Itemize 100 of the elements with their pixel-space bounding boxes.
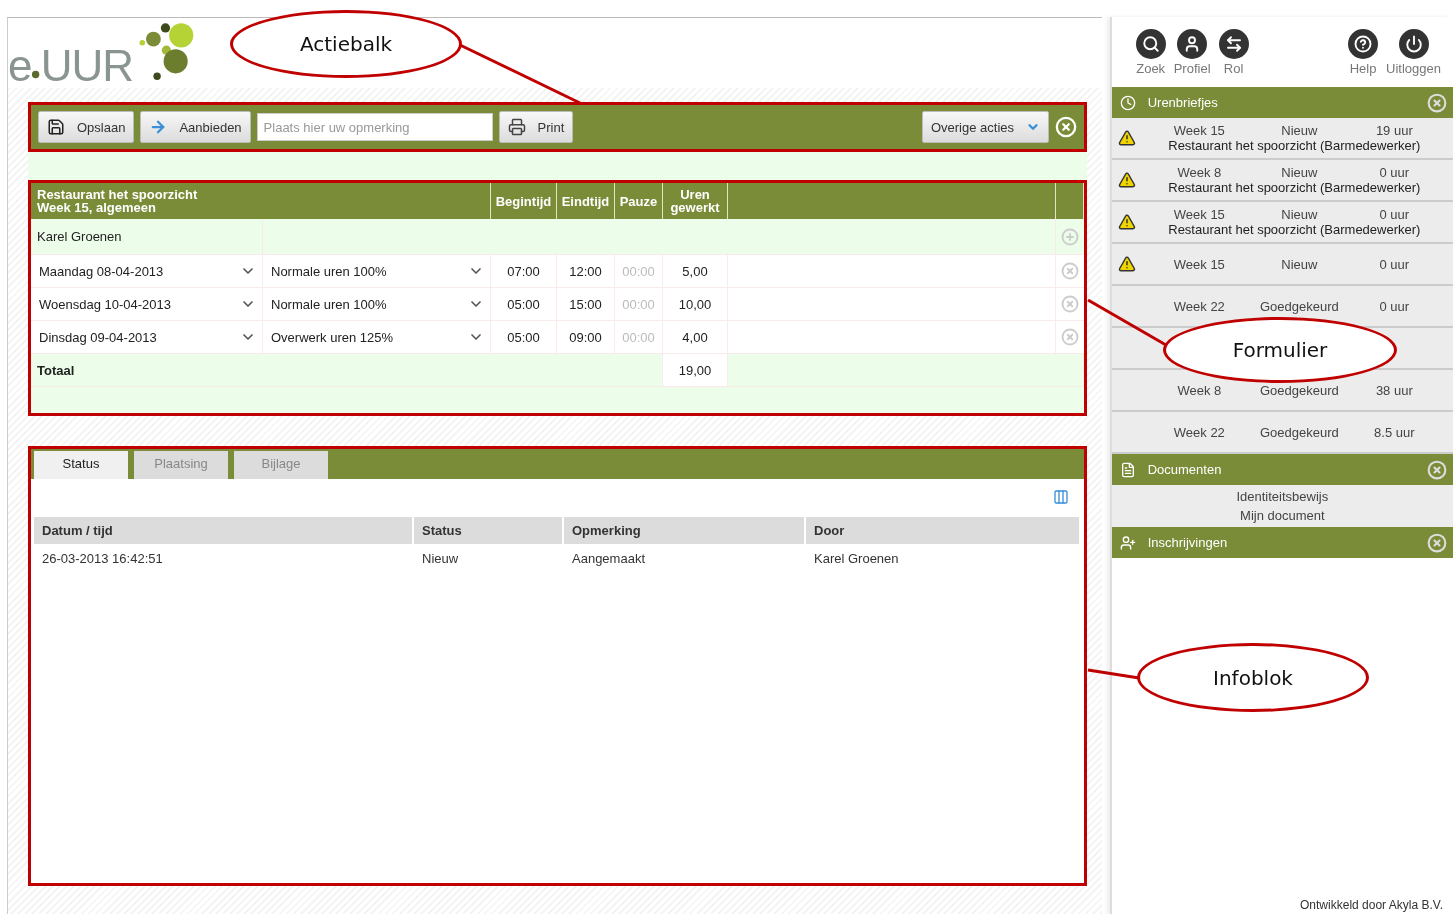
date-dropdown[interactable]: Woensdag 10-04-2013	[31, 288, 263, 321]
start-time-cell: 05:00	[491, 321, 557, 354]
hours-text: 0 uur	[1378, 298, 1411, 314]
hours-text: 19 uur	[1374, 123, 1414, 138]
panel-title: Documenten	[1147, 462, 1223, 477]
status-text: Goedgekeurd	[1258, 424, 1340, 440]
toolbar-button[interactable]: Aanbieden	[140, 111, 251, 143]
more-actions-button[interactable]: Overige acties	[921, 111, 1049, 143]
toolbar-button[interactable]: Zoek	[1131, 28, 1170, 76]
client-text: Restaurant het spoorzicht (Barmedewerker)	[1168, 138, 1421, 153]
timesheet-item[interactable]: Week 15 Nieuw 19 uur Restaurant het spoorzicht (Barmedewerker)	[1111, 123, 1453, 153]
toolbar-button[interactable]: Rol	[1214, 28, 1253, 76]
table-cell-text: Nieuw	[421, 549, 460, 568]
column-header: Datum / tijd	[34, 517, 414, 544]
client-text: Restaurant het spoorzicht (Barmedewerker)	[1168, 180, 1421, 195]
hours-cell: 10,00	[663, 288, 728, 321]
hour-type-dropdown[interactable]: Normale uren 100%	[263, 288, 491, 321]
date-text: Maandag 08-04-2013	[39, 263, 164, 279]
toolbar-button[interactable]: Help	[1344, 28, 1383, 76]
week-text: Week 15	[1172, 123, 1226, 138]
pause-cell: 00:00	[615, 255, 663, 288]
timesheet-item[interactable]: Week 15 Nieuw 0 uur Restaurant het spoorzicht (Barmedewerker)	[1111, 207, 1453, 237]
hour-type-text: Overwerk uren 125%	[271, 329, 394, 345]
date-dropdown[interactable]: Maandag 08-04-2013	[31, 255, 263, 288]
week-text: Week 22	[1172, 424, 1226, 440]
column-header: Door	[806, 517, 1081, 544]
printer-icon	[507, 118, 526, 136]
date-text: Woensdag 10-04-2013	[39, 296, 172, 312]
swap-arrows-icon	[1218, 28, 1249, 59]
week-text: Week 15	[1172, 256, 1226, 272]
start-time-cell: 05:00	[491, 288, 557, 321]
remove-icon[interactable]	[1061, 262, 1079, 280]
hours-text: 0 uur	[1378, 207, 1411, 222]
hours-cell: 5,00	[663, 255, 728, 288]
hours-text: 0 uur	[1378, 256, 1411, 272]
week-text: Week 8	[1176, 382, 1223, 398]
remark-field[interactable]: Plaats hier uw opmerking	[256, 113, 493, 141]
power-icon	[1398, 28, 1429, 59]
status-text: Nieuw	[1280, 207, 1319, 222]
search-icon	[1135, 28, 1166, 59]
end-time-cell: 09:00	[557, 321, 615, 354]
column-header: Status	[414, 517, 564, 544]
column-header: Uren gewerkt	[663, 183, 728, 219]
timesheet-item[interactable]: Week 22 Goedgekeurd 8.5 uur	[1111, 424, 1453, 440]
pause-cell: 00:00	[615, 288, 663, 321]
timesheet-item[interactable]: Week 8 Nieuw 0 uur Restaurant het spoorzicht (Barmedewerker)	[1111, 165, 1453, 195]
save-icon	[47, 118, 65, 136]
warning-icon	[1117, 255, 1136, 273]
status-text: Nieuw	[1280, 256, 1319, 272]
date-text: Dinsdag 09-04-2013	[39, 329, 157, 345]
callout-bubble: Infoblok	[1137, 643, 1369, 712]
document-link[interactable]: Mijn document	[1240, 508, 1325, 523]
hours-text: 0 uur	[1378, 165, 1411, 180]
timesheet-item[interactable]: Week 22 Goedgekeurd 0 uur	[1111, 298, 1453, 314]
toolbar-button[interactable]: Uitloggen	[1382, 28, 1445, 76]
document-link[interactable]: Identiteitsbewijs	[1236, 489, 1329, 504]
status-text: Nieuw	[1280, 123, 1319, 138]
table-cell-text: Aangemaakt	[571, 549, 646, 568]
client-text: Restaurant het spoorzicht (Barmedewerker)	[1168, 222, 1421, 237]
close-icon[interactable]	[1427, 532, 1447, 553]
week-text: Week 22	[1172, 298, 1226, 314]
timesheet-item[interactable]: Week 15 Nieuw 0 uur	[1111, 255, 1453, 273]
hour-type-dropdown[interactable]: Overwerk uren 125%	[263, 321, 491, 354]
hours-cell: 4,00	[663, 321, 728, 354]
remove-icon[interactable]	[1061, 295, 1079, 313]
status-text: Goedgekeurd	[1258, 382, 1340, 398]
week-text: Week 15	[1172, 207, 1226, 222]
panel-title: Inschrijvingen	[1147, 535, 1229, 550]
logo: e UUR	[8, 18, 198, 88]
table-cell-text: 26-03-2013 16:42:51	[41, 549, 164, 568]
close-icon[interactable]	[1427, 459, 1447, 480]
hours-text: 38 uur	[1374, 382, 1414, 398]
total-label: Totaal	[31, 354, 663, 387]
hour-type-dropdown[interactable]: Normale uren 100%	[263, 255, 491, 288]
start-time-cell: 07:00	[491, 255, 557, 288]
tab[interactable]: Status	[34, 451, 128, 479]
week-text: Week 8	[1176, 165, 1223, 180]
toolbar-button[interactable]: Profiel	[1169, 28, 1215, 76]
hours-text: 8.5 uur	[1373, 424, 1416, 440]
form-title: Restaurant het spoorzicht Week 15, algemeen	[31, 183, 491, 219]
footer-text: Ontwikkeld door Akyla B.V.	[1300, 898, 1443, 912]
person-icon	[1177, 28, 1208, 59]
hour-type-text: Normale uren 100%	[271, 296, 387, 312]
pause-cell: 00:00	[615, 321, 663, 354]
toolbar-button[interactable]: Print	[498, 111, 574, 143]
column-header: Eindtijd	[557, 183, 615, 219]
toolbar-button[interactable]: Opslaan	[38, 111, 135, 143]
hour-type-text: Normale uren 100%	[271, 263, 387, 279]
warning-icon	[1117, 171, 1136, 189]
timesheet-item[interactable]: Week 8 Goedgekeurd 38 uur	[1111, 382, 1453, 398]
column-header: Opmerking	[564, 517, 806, 544]
clock-icon	[1119, 94, 1136, 111]
remove-icon[interactable]	[1061, 328, 1079, 346]
status-text: Goedgekeurd	[1258, 298, 1340, 314]
table-cell-text: Karel Groenen	[813, 549, 900, 568]
columns-icon[interactable]	[1053, 489, 1069, 505]
add-icon[interactable]	[1061, 227, 1079, 246]
date-dropdown[interactable]: Dinsdag 09-04-2013	[31, 321, 263, 354]
person-add-icon	[1119, 534, 1136, 551]
close-icon[interactable]	[1427, 92, 1447, 113]
